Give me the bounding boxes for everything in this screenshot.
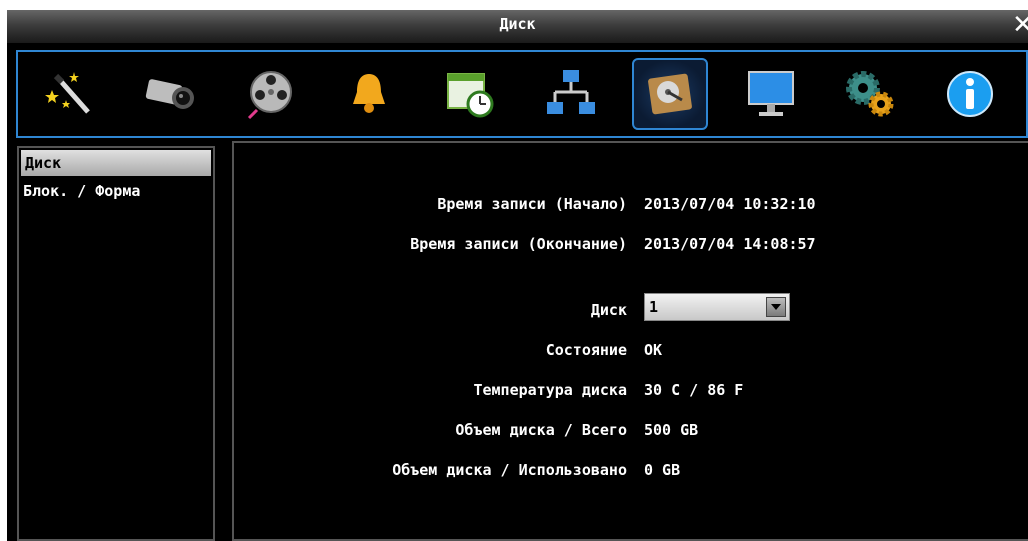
disk-select-value: 1 <box>649 298 659 316</box>
capacity-total-value: 500 GB <box>644 421 699 439</box>
status-label: Состояние <box>545 341 627 359</box>
camera-icon <box>145 79 194 109</box>
temperature-row: Температура диска 30 C / 86 F <box>234 381 1028 407</box>
monitor-icon <box>748 71 794 116</box>
toolbar-network-button[interactable] <box>533 58 609 130</box>
toolbar-playback-button[interactable] <box>233 58 309 130</box>
capacity-used-value: 0 GB <box>644 461 681 479</box>
record-end-value: 2013/07/04 14:08:57 <box>644 235 816 253</box>
film-reel-icon <box>247 71 292 120</box>
record-end-label: Время записи (Окончание) <box>410 235 627 253</box>
close-icon[interactable]: ✕ <box>1012 12 1028 38</box>
record-end-row: Время записи (Окончание) 2013/07/04 14:0… <box>234 235 1028 261</box>
wizard-icon <box>45 72 90 114</box>
capacity-total-row: Объем диска / Всего 500 GB <box>234 421 1028 447</box>
schedule-clock-icon <box>447 73 494 118</box>
temperature-value: 30 C / 86 F <box>644 381 744 399</box>
capacity-used-label: Объем диска / Использовано <box>392 461 627 479</box>
window-title: Диск <box>499 15 536 33</box>
title-bar: Диск ✕ <box>7 10 1028 44</box>
sidebar-item-lock-format[interactable]: Блок. / Форма <box>19 178 213 204</box>
sidebar: Диск Блок. / Форма <box>17 146 215 541</box>
bell-icon <box>353 74 385 113</box>
toolbar-wizard-button[interactable] <box>32 58 108 130</box>
record-start-value: 2013/07/04 10:32:10 <box>644 195 816 213</box>
chevron-down-icon[interactable] <box>766 297 786 317</box>
toolbar-schedule-button[interactable] <box>432 58 508 130</box>
toolbar-settings-button[interactable] <box>831 58 907 130</box>
toolbar-display-button[interactable] <box>733 58 809 130</box>
record-start-label: Время записи (Начало) <box>437 195 627 213</box>
disk-info-panel: Время записи (Начало) 2013/07/04 10:32:1… <box>232 141 1028 541</box>
toolbar-camera-button[interactable] <box>131 58 207 130</box>
temperature-label: Температура диска <box>473 381 627 399</box>
info-icon <box>947 71 993 117</box>
record-start-row: Время записи (Начало) 2013/07/04 10:32:1… <box>234 195 1028 221</box>
toolbar-alarm-button[interactable] <box>331 58 407 130</box>
capacity-used-row: Объем диска / Использовано 0 GB <box>234 461 1028 487</box>
disk-select-label: Диск <box>590 301 627 319</box>
network-icon <box>547 70 595 114</box>
main-toolbar <box>16 50 1028 138</box>
disk-select[interactable]: 1 <box>644 293 790 321</box>
toolbar-info-button[interactable] <box>932 58 1008 130</box>
hard-disk-icon <box>648 73 692 115</box>
disk-settings-window: Диск ✕ Диск Блок. / Форма Время записи (… <box>7 10 1028 541</box>
gears-icon <box>846 71 894 117</box>
toolbar-disk-button[interactable] <box>632 58 708 130</box>
status-row: Состояние OK <box>234 341 1028 367</box>
capacity-total-label: Объем диска / Всего <box>455 421 627 439</box>
disk-select-row: Диск <box>234 301 1028 327</box>
sidebar-item-disk[interactable]: Диск <box>21 150 211 176</box>
status-value: OK <box>644 341 663 359</box>
